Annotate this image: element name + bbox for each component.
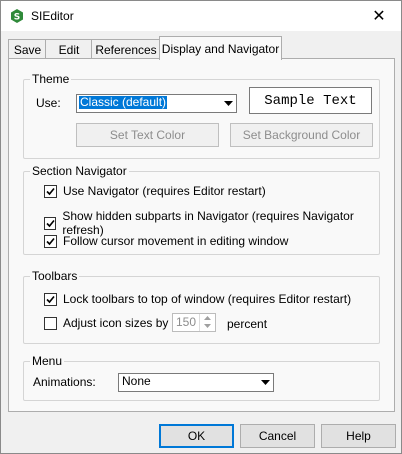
cancel-button[interactable]: Cancel [240, 424, 315, 448]
menu-group: Menu Animations: None [23, 354, 380, 401]
tab-label: Save [13, 42, 42, 57]
svg-text:S: S [14, 13, 20, 23]
adjust-icon-sizes-option[interactable]: Adjust icon sizes by [44, 316, 168, 330]
checkmark-icon [46, 237, 55, 245]
use-navigator-option[interactable]: Use Navigator (requires Editor restart) [44, 184, 266, 198]
icon-size-spinner[interactable]: 150 [172, 313, 216, 332]
use-navigator-checkbox[interactable] [44, 184, 57, 198]
dropdown-button[interactable] [258, 374, 273, 391]
group-legend: Toolbars [30, 269, 80, 283]
sample-text: Sample Text [264, 92, 357, 109]
animations-label: Animations: [33, 375, 96, 389]
section-navigator-group: Section Navigator Use Navigator (require… [23, 164, 380, 255]
group-legend: Menu [30, 354, 65, 368]
theme-select[interactable]: Classic (default) [76, 94, 237, 113]
close-icon: ✕ [372, 8, 386, 25]
checkmark-icon [46, 295, 55, 303]
show-hidden-subparts-checkbox[interactable] [44, 216, 57, 230]
tab-label: References [95, 42, 157, 57]
use-label: Use: [36, 96, 61, 110]
icon-size-value: 150 [176, 315, 197, 329]
set-background-color-button[interactable]: Set Background Color [230, 123, 373, 147]
option-label: Lock toolbars to top of window (requires… [63, 292, 352, 306]
option-label: Use Navigator (requires Editor restart) [63, 184, 266, 198]
tab-label: Display and Navigator [161, 41, 280, 56]
button-label: Set Background Color [242, 128, 361, 142]
tab-panel: Theme Use: Classic (default) Sample Text… [8, 58, 395, 412]
option-label: Follow cursor movement in editing window [63, 234, 289, 248]
ok-button[interactable]: OK [159, 424, 234, 448]
percent-label: percent [227, 317, 268, 331]
spin-down-icon[interactable] [200, 322, 215, 330]
adjust-icon-sizes-checkbox[interactable] [44, 316, 57, 330]
button-label: Help [346, 429, 371, 443]
follow-cursor-option[interactable]: Follow cursor movement in editing window [44, 234, 288, 248]
app-icon: S [9, 8, 25, 24]
option-label: Adjust icon sizes by [63, 316, 169, 330]
theme-select-value: Classic (default) [77, 95, 169, 110]
follow-cursor-checkbox[interactable] [44, 234, 57, 248]
group-legend: Theme [30, 72, 72, 86]
title-bar[interactable]: S SIEditor ✕ [1, 1, 401, 31]
option-label: Show hidden subparts in Navigator (requi… [62, 209, 354, 237]
button-label: Set Text Color [109, 128, 186, 142]
show-hidden-subparts-option[interactable]: Show hidden subparts in Navigator (requi… [44, 209, 379, 237]
close-button[interactable]: ✕ [357, 1, 401, 31]
button-label: Cancel [258, 429, 297, 443]
checkmark-icon [46, 219, 55, 227]
checkmark-icon [46, 187, 55, 195]
tab-edit[interactable]: Edit [45, 39, 93, 59]
animations-select-value: None [122, 374, 151, 388]
animations-select[interactable]: None [118, 373, 274, 392]
group-legend: Section Navigator [30, 164, 129, 178]
help-button[interactable]: Help [321, 424, 396, 448]
spin-up-icon[interactable] [200, 314, 215, 322]
lock-toolbars-checkbox[interactable] [44, 292, 57, 306]
tab-label: Edit [58, 42, 80, 57]
dropdown-button[interactable] [221, 95, 236, 112]
button-label: OK [187, 429, 206, 443]
set-text-color-button[interactable]: Set Text Color [76, 123, 219, 147]
chevron-down-icon [261, 379, 270, 385]
theme-group: Theme Use: Classic (default) Sample Text… [23, 72, 380, 159]
window-title: SIEditor [31, 9, 74, 23]
tab-save[interactable]: Save [8, 39, 47, 59]
lock-toolbars-option[interactable]: Lock toolbars to top of window (requires… [44, 292, 351, 306]
dialog-window: S SIEditor ✕ Save Edit References Displa… [0, 0, 402, 454]
spinner-arrows[interactable] [199, 314, 215, 331]
chevron-down-icon [224, 100, 233, 106]
tab-display-and-navigator[interactable]: Display and Navigator [159, 36, 282, 60]
tab-references[interactable]: References [91, 39, 161, 59]
sample-text-preview: Sample Text [249, 87, 372, 114]
toolbars-group: Toolbars Lock toolbars to top of window … [23, 269, 380, 344]
